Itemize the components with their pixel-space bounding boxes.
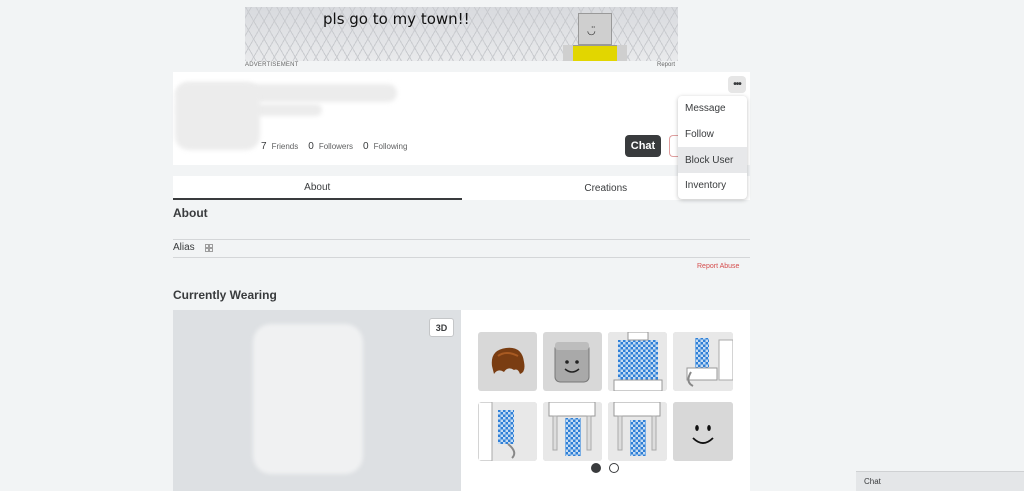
head-icon[interactable]: [543, 332, 602, 391]
friends-label: Friends: [271, 142, 299, 151]
about-heading: About: [173, 206, 208, 220]
report-abuse-link[interactable]: Report Abuse: [697, 263, 739, 270]
left-arm-icon[interactable]: [478, 402, 537, 461]
left-leg-icon[interactable]: [543, 402, 602, 461]
menu-item-follow[interactable]: Follow: [678, 122, 747, 148]
tab-about[interactable]: About: [173, 176, 462, 200]
ad-text: pls go to my town!!: [323, 10, 470, 28]
alias-info-icon[interactable]: [205, 244, 213, 252]
carousel-dot-2[interactable]: [609, 463, 619, 473]
followers-count: 0: [308, 141, 314, 152]
right-arm-icon[interactable]: [673, 332, 733, 391]
hair-icon[interactable]: [478, 332, 537, 391]
redacted-avatar: [253, 324, 363, 474]
menu-item-block-user[interactable]: Block User: [678, 147, 747, 174]
friends-count: 7: [261, 141, 267, 152]
more-options-icon[interactable]: •••: [728, 76, 746, 93]
chat-button[interactable]: Chat: [625, 135, 661, 157]
toggle-3d-button[interactable]: 3D: [429, 318, 454, 337]
ad-character-arm: [563, 45, 573, 61]
ad-character-head: ◡̈: [578, 13, 612, 45]
ad-character-arm: [617, 45, 627, 61]
followers-label: Followers: [318, 142, 354, 151]
divider: [173, 257, 750, 258]
ad-label: ADVERTISEMENT: [245, 62, 299, 68]
menu-item-message[interactable]: Message: [678, 96, 747, 122]
profile-header: 7 Friends 0 Followers 0 Following Chat •••: [173, 72, 750, 165]
carousel-dot-1[interactable]: [591, 463, 601, 473]
profile-options-menu: Message Follow Block User Inventory: [678, 96, 747, 199]
ad-character-torso: [573, 45, 617, 61]
following-count: 0: [363, 141, 369, 152]
face-icon[interactable]: [673, 402, 733, 461]
avatar-viewer[interactable]: [173, 310, 461, 491]
wearing-items-panel: [461, 310, 750, 491]
currently-wearing-heading: Currently Wearing: [173, 288, 277, 302]
alias-label: Alias: [173, 242, 195, 253]
redacted-avatar-headshot: [175, 82, 260, 150]
following-stat[interactable]: 0 Following: [363, 141, 407, 152]
menu-item-inventory[interactable]: Inventory: [678, 173, 747, 199]
smile-icon: ◡̈: [587, 26, 596, 37]
profile-tabs: About Creations: [173, 176, 750, 200]
profile-stats: 7 Friends 0 Followers 0 Following: [261, 141, 407, 152]
advertisement-banner[interactable]: pls go to my town!! ◡̈: [245, 7, 678, 61]
friends-stat[interactable]: 7 Friends: [261, 141, 298, 152]
shirt-icon[interactable]: [608, 332, 667, 391]
following-label: Following: [373, 142, 408, 151]
right-leg-icon[interactable]: [608, 402, 667, 461]
followers-stat[interactable]: 0 Followers: [308, 141, 353, 152]
divider: [173, 239, 750, 240]
ad-report-link[interactable]: Report: [657, 62, 675, 68]
chat-bar[interactable]: Chat: [856, 471, 1024, 491]
